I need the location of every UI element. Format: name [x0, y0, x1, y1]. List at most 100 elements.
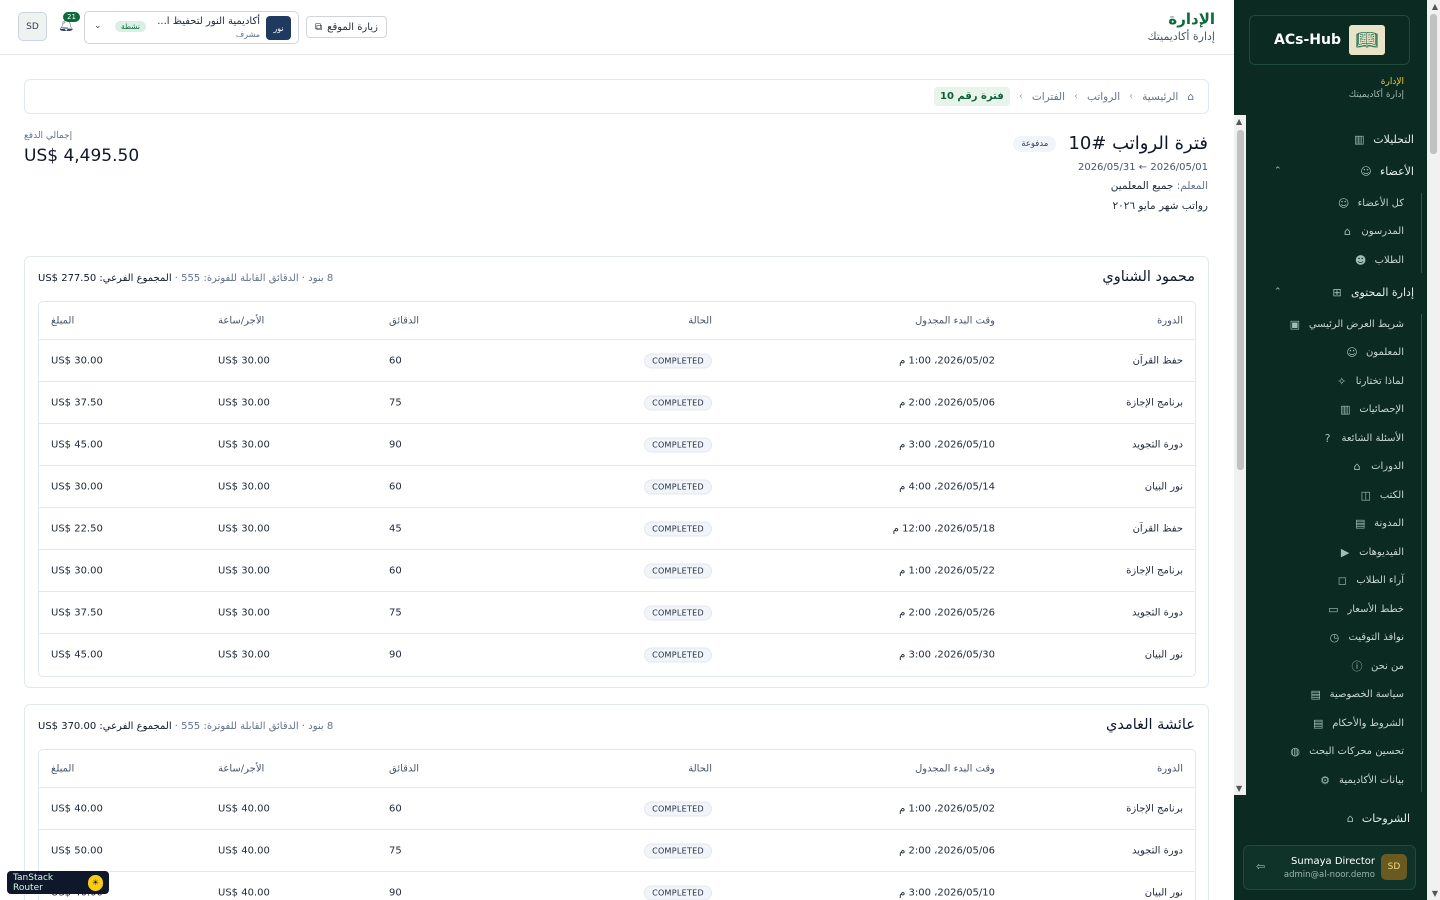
chevron-down-icon: ⌄: [94, 21, 102, 31]
sidebar-item-9[interactable]: لماذا تختارنا ✧: [1336, 374, 1404, 388]
cell-status: COMPLETED: [644, 843, 712, 858]
cell-time: 2026/05/10، 3:00 م: [899, 887, 995, 899]
sidebar-item-16[interactable]: آراء الطلاب ◻: [1336, 574, 1404, 587]
academy-switcher[interactable]: نور أكاديمية النور لتحفيظ ا... مشرف نشطة…: [84, 11, 299, 44]
sidebar-item-12[interactable]: الدورات ⌂: [1351, 460, 1404, 473]
table-row: نور البيان 2026/05/10، 3:00 م COMPLETED 90 U…: [39, 872, 1195, 900]
scroll-up-arrow[interactable]: ▲: [1236, 117, 1242, 126]
scroll-down-arrow[interactable]: ▼: [1236, 784, 1242, 793]
sidebar: ACs-Hub 📖︎ الإدارة إدارة أكاديميتك التحل…: [1234, 0, 1440, 900]
cell-amount: US$ 37.50: [51, 607, 103, 618]
cell-minutes: 45: [389, 523, 402, 534]
table-row: حفظ القرآن 2026/05/02، 1:00 م COMPLETED 60 U…: [39, 340, 1195, 382]
sidebar-item-22[interactable]: تحسين محركات البحث ◍: [1289, 745, 1404, 758]
sidebar-item-1[interactable]: التحليلات ▥: [1353, 133, 1414, 146]
sidebar-item-label: الأسئلة الشائعة: [1341, 432, 1405, 444]
notifications-button[interactable]: 🔔︎ 21: [58, 12, 80, 33]
user-avatar[interactable]: SD: [18, 12, 47, 41]
cell-amount: US$ 45.00: [51, 439, 103, 450]
page-scrollbar[interactable]: ▲ ▼: [1427, 0, 1440, 900]
sidebar-item-label: خطط الأسعار: [1347, 603, 1404, 615]
sidebar-item-6[interactable]: إدارة المحتوى ⊞: [1331, 286, 1414, 299]
cell-status: COMPLETED: [644, 885, 712, 900]
chevron-up-icon[interactable]: ⌃: [1274, 166, 1282, 176]
sidebar-item-23[interactable]: بيانات الأكاديمية ⚙: [1319, 774, 1404, 787]
cell-time: 2026/05/02، 1:00 م: [899, 803, 995, 814]
devtools-toggle[interactable]: TanStack Router ☀: [7, 871, 109, 894]
cell-minutes: 60: [389, 803, 402, 814]
book-icon: ◫: [1360, 488, 1372, 502]
sidebar-item-2[interactable]: الأعضاء ☺: [1360, 165, 1414, 178]
sidebar-item-8[interactable]: المعلمون ☺: [1346, 346, 1404, 359]
academy-name: أكاديمية النور لتحفيظ ا...: [157, 16, 260, 27]
sidebar-item-17[interactable]: خطط الأسعار ▭: [1327, 603, 1404, 616]
quran-book-icon: 📖︎: [1348, 25, 1385, 55]
scroll-up-arrow[interactable]: ▲: [1432, 2, 1438, 11]
cell-amount: US$ 45.00: [51, 649, 103, 661]
user-email: admin@al-noor.demo: [1283, 870, 1375, 880]
cell-course: نور البيان: [1144, 887, 1183, 899]
cell-status: COMPLETED: [644, 605, 712, 620]
breadcrumb-payroll[interactable]: الرواتب: [1087, 91, 1120, 103]
sidebar-item-10[interactable]: الإحصائيات ▥: [1339, 403, 1404, 416]
cell-minutes: 75: [389, 607, 402, 618]
cell-minutes: 60: [389, 481, 402, 492]
sidebar-item-7[interactable]: شريط العرض الرئيسي ▣: [1289, 318, 1404, 331]
chart-icon: ▥: [1354, 133, 1365, 146]
cell-course: حفظ القرآن: [1132, 523, 1183, 534]
sparkle-icon: ✧: [1337, 374, 1347, 388]
sidebar-item-label: إدارة المحتوى: [1350, 286, 1414, 299]
user-card[interactable]: SD Sumaya Director admin@al-noor.demo ⇦: [1243, 845, 1416, 890]
column-header-rate: الأجر/ساعة: [218, 763, 265, 774]
sidebar-item-label: بيانات الأكاديمية: [1339, 774, 1404, 786]
cell-status: COMPLETED: [644, 437, 712, 452]
breadcrumb-home[interactable]: الرئيسية: [1142, 91, 1178, 103]
sidebar-item-5[interactable]: الطلاب ☻: [1355, 254, 1404, 267]
sidebar-item-20[interactable]: سياسة الخصوصية ▤: [1310, 687, 1404, 701]
total-label: إجمالي الدفع: [24, 131, 73, 141]
teacher-name: محمود الشناوي: [1102, 269, 1195, 285]
table-row: دورة التجويد 2026/05/26، 2:00 م COMPLETED 7…: [39, 592, 1195, 634]
scroll-down-arrow[interactable]: ▼: [1432, 889, 1438, 898]
cell-minutes: 75: [389, 845, 402, 856]
items-count: 8 بنود: [308, 721, 334, 732]
sidebar-item-21[interactable]: الشروط والأحكام ▤: [1312, 717, 1404, 730]
sidebar-item-label: لماذا تختارنا: [1355, 375, 1404, 387]
cell-course: دورة التجويد: [1131, 439, 1183, 450]
sidebar-scrollbar[interactable]: ▲ ▼: [1234, 115, 1246, 795]
total-value: US$ 4,495.50: [24, 146, 140, 166]
brand-logo[interactable]: ACs-Hub 📖︎: [1249, 15, 1410, 65]
sidebar-item-tutorials[interactable]: الشروحات ⌂: [1347, 812, 1410, 825]
cell-status: COMPLETED: [644, 395, 712, 410]
cell-status: COMPLETED: [644, 521, 712, 536]
chevron-up-icon[interactable]: ⌃: [1274, 287, 1282, 297]
sidebar-item-label: الكتب: [1379, 489, 1404, 501]
sidebar-item-11[interactable]: الأسئلة الشائعة ?: [1322, 432, 1405, 445]
breadcrumb-periods[interactable]: الفترات: [1032, 91, 1065, 103]
sidebar-item-14[interactable]: المدونة ▤: [1354, 517, 1404, 530]
billable-label: الدقائق القابلة للفوترة:: [203, 721, 299, 732]
scrollbar-thumb[interactable]: [1237, 130, 1244, 470]
sidebar-item-label: الشروط والأحكام: [1332, 717, 1404, 729]
items-count: 8 بنود: [308, 273, 334, 284]
sidebar-item-label: الفيديوهات: [1359, 546, 1404, 558]
notification-count: 21: [63, 12, 80, 22]
sidebar-item-4[interactable]: المدرسون ⌂: [1341, 225, 1404, 238]
visit-site-button[interactable]: زيارة الموقع ⧉: [306, 16, 387, 38]
home-icon: ⌂: [1187, 90, 1194, 103]
sidebar-item-15[interactable]: الفيديوهات ▶: [1339, 546, 1404, 559]
cell-rate: US$ 30.00: [218, 607, 270, 618]
sidebar-item-18[interactable]: نوافذ التوقيت ◷: [1328, 630, 1404, 644]
sidebar-item-3[interactable]: كل الأعضاء ☺: [1338, 197, 1404, 210]
subtotal-label: المجموع الفرعي:: [99, 721, 172, 732]
file-icon: ▤: [1310, 687, 1321, 701]
calendar-clock-icon: ◷: [1329, 630, 1340, 644]
payroll-table: الدورة وقت البدء المجدول الحالة الدقائق الأج…: [38, 749, 1196, 900]
cell-amount: US$ 30.00: [51, 565, 103, 576]
sidebar-item-label: المدرسون: [1361, 225, 1404, 237]
logout-icon[interactable]: ⇦: [1256, 860, 1265, 873]
sidebar-item-13[interactable]: الكتب ◫: [1360, 488, 1404, 502]
scrollbar-thumb[interactable]: [1430, 14, 1437, 154]
cell-time: 2026/05/22، 1:00 م: [899, 565, 995, 576]
sidebar-item-19[interactable]: من نحن ⓘ: [1351, 660, 1405, 673]
